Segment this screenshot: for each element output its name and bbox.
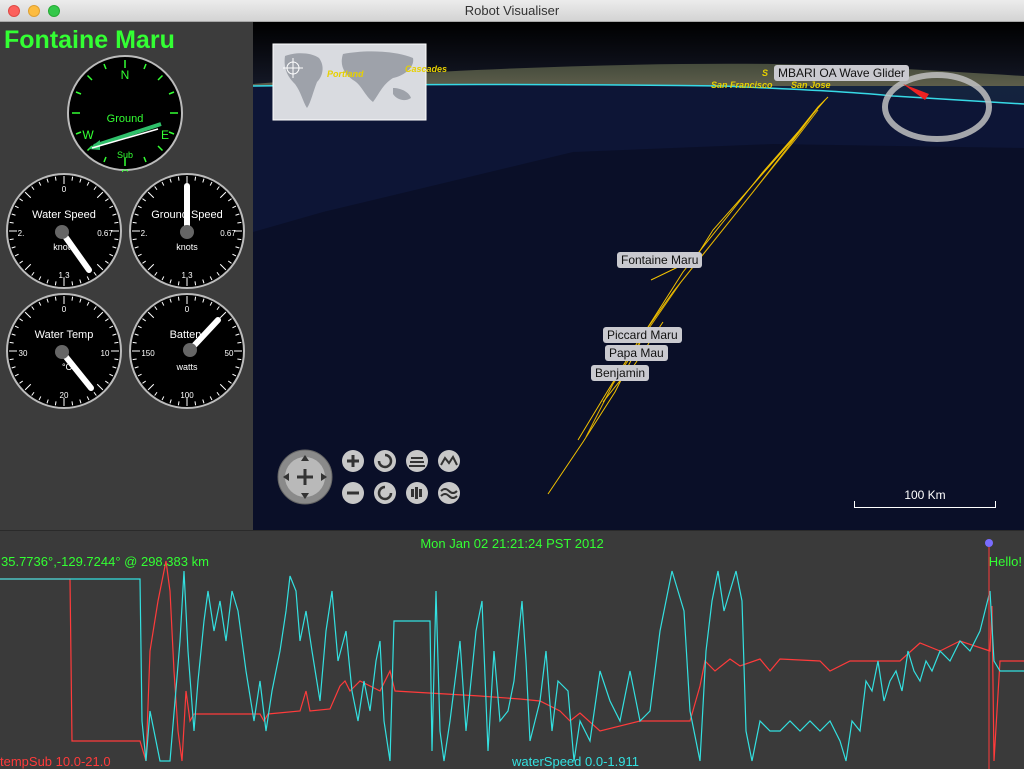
svg-text:20: 20 [60, 391, 69, 400]
status-message: Hello! [988, 554, 1022, 569]
legend-waterspeed-series: waterSpeed 0.0-1.911 [512, 754, 639, 769]
place-cascades: Cascades [405, 64, 448, 74]
svg-text:1.3: 1.3 [58, 271, 70, 280]
gauge-tick [114, 358, 119, 361]
status-coordinates: 35.7736°,-129.7244° @ 298.383 km [1, 554, 209, 569]
window-titlebar: Robot Visualiser [0, 0, 1024, 22]
label-wave-glider[interactable]: MBARI OA Wave Glider [774, 65, 909, 81]
water-layer-icon[interactable] [438, 482, 460, 504]
gauge-tick [194, 401, 197, 406]
gauge-tick [71, 401, 74, 406]
gauge-tick [237, 221, 242, 224]
gauge-tick [54, 296, 57, 301]
pan-control-icon[interactable] [277, 449, 333, 505]
tilt-down-icon[interactable] [406, 482, 428, 504]
svg-text:0.67: 0.67 [97, 229, 113, 238]
gauge-tick [237, 238, 242, 241]
compass-n: N [121, 68, 130, 82]
place-sl: S [762, 68, 769, 78]
gauge-tick [9, 341, 14, 344]
overview-map[interactable] [272, 43, 427, 121]
gauge-tick [177, 401, 180, 406]
svg-text:50: 50 [225, 349, 234, 358]
gauge-tick [54, 176, 57, 181]
status-timestamp: Mon Jan 02 21:21:24 PST 2012 [420, 536, 604, 551]
compass-ground-label: Ground [107, 113, 144, 125]
compass-e: E [161, 128, 169, 142]
svg-text:0.67: 0.67 [220, 229, 236, 238]
svg-text:0: 0 [62, 305, 67, 314]
robot-name: Fontaine Maru [4, 26, 175, 54]
map-view[interactable]: Portland Cascades S San Francisco San Jo… [253, 22, 1024, 530]
map-scale-label: 100 Km [904, 488, 946, 502]
window-title: Robot Visualiser [464, 3, 560, 18]
rotate-right-icon[interactable] [374, 482, 396, 504]
label-piccard-maru[interactable]: Piccard Maru [603, 327, 682, 343]
gauge-tick [132, 341, 137, 344]
svg-text:2.: 2. [141, 229, 148, 238]
water-temp-gauge: 0 10 30 20 Water Temp °C [5, 292, 123, 410]
gauge-tick [237, 341, 242, 344]
gauge-tick [54, 281, 57, 286]
label-fontaine-maru[interactable]: Fontaine Maru [617, 252, 703, 268]
gauge-tick [114, 341, 119, 344]
place-portland: Portland [327, 69, 364, 79]
svg-text:150: 150 [141, 349, 155, 358]
gauge-tick [194, 176, 197, 181]
water-speed-label: Water Speed [32, 209, 96, 221]
place-sf: San Francisco [711, 80, 773, 90]
svg-text:10: 10 [101, 349, 110, 358]
battery-gauge: 0 50 150 100 Battery watts [128, 292, 246, 410]
place-sj: San Jose [791, 80, 831, 90]
gauge-tick [71, 176, 74, 181]
ground-speed-gauge: 0 0.67 2. 1.3 Ground Speed knots [128, 172, 246, 290]
gauge-tick [132, 238, 137, 241]
svg-text:0: 0 [185, 305, 190, 314]
compass-w: W [82, 128, 94, 142]
zoom-out-icon[interactable] [342, 482, 364, 504]
label-papa-mau[interactable]: Papa Mau [605, 345, 668, 361]
compass-sub-label: Sub [117, 150, 133, 160]
water-temp-label: Water Temp [35, 329, 94, 341]
gauge-tick [177, 281, 180, 286]
water-speed-gauge: 0 0.67 2. 1.3 Water Speed knots [5, 172, 123, 290]
gauge-tick [194, 281, 197, 286]
svg-text:0: 0 [62, 185, 67, 194]
legend-temp-series: tempSub 10.0-21.0 [0, 754, 111, 769]
rotate-left-icon[interactable] [374, 450, 396, 472]
compass-gauge: N E S W Ground Sub [66, 54, 184, 172]
gauge-tick [237, 358, 242, 361]
svg-text:1.3: 1.3 [181, 271, 193, 280]
svg-text:2.: 2. [18, 229, 25, 238]
gauge-tick [54, 401, 57, 406]
gauge-tick [177, 176, 180, 181]
gauge-tick [114, 221, 119, 224]
map-scale-bar: 100 Km [854, 488, 996, 508]
gauge-tick [9, 221, 14, 224]
gauge-tick [177, 296, 180, 301]
battery-unit: watts [175, 362, 198, 372]
gauge-tick [9, 358, 14, 361]
svg-text:100: 100 [180, 391, 194, 400]
zoom-in-icon[interactable] [342, 450, 364, 472]
tilt-up-icon[interactable] [406, 450, 428, 472]
gauge-tick [114, 238, 119, 241]
gauge-tick [9, 238, 14, 241]
waterspeed-series-line [0, 570, 1024, 762]
gauge-panel: Fontaine Maru N E S W Ground Sub [0, 22, 253, 530]
terrain-icon[interactable] [438, 450, 460, 472]
gauge-tick [71, 296, 74, 301]
ground-speed-unit: knots [176, 242, 198, 252]
gauge-tick [132, 221, 137, 224]
svg-text:30: 30 [19, 349, 28, 358]
gauge-tick [194, 296, 197, 301]
timeseries-panel[interactable]: Mon Jan 02 21:21:24 PST 2012 35.7736°,-1… [0, 530, 1024, 769]
gauge-tick [71, 281, 74, 286]
label-benjamin[interactable]: Benjamin [591, 365, 650, 381]
gauge-tick [132, 358, 137, 361]
